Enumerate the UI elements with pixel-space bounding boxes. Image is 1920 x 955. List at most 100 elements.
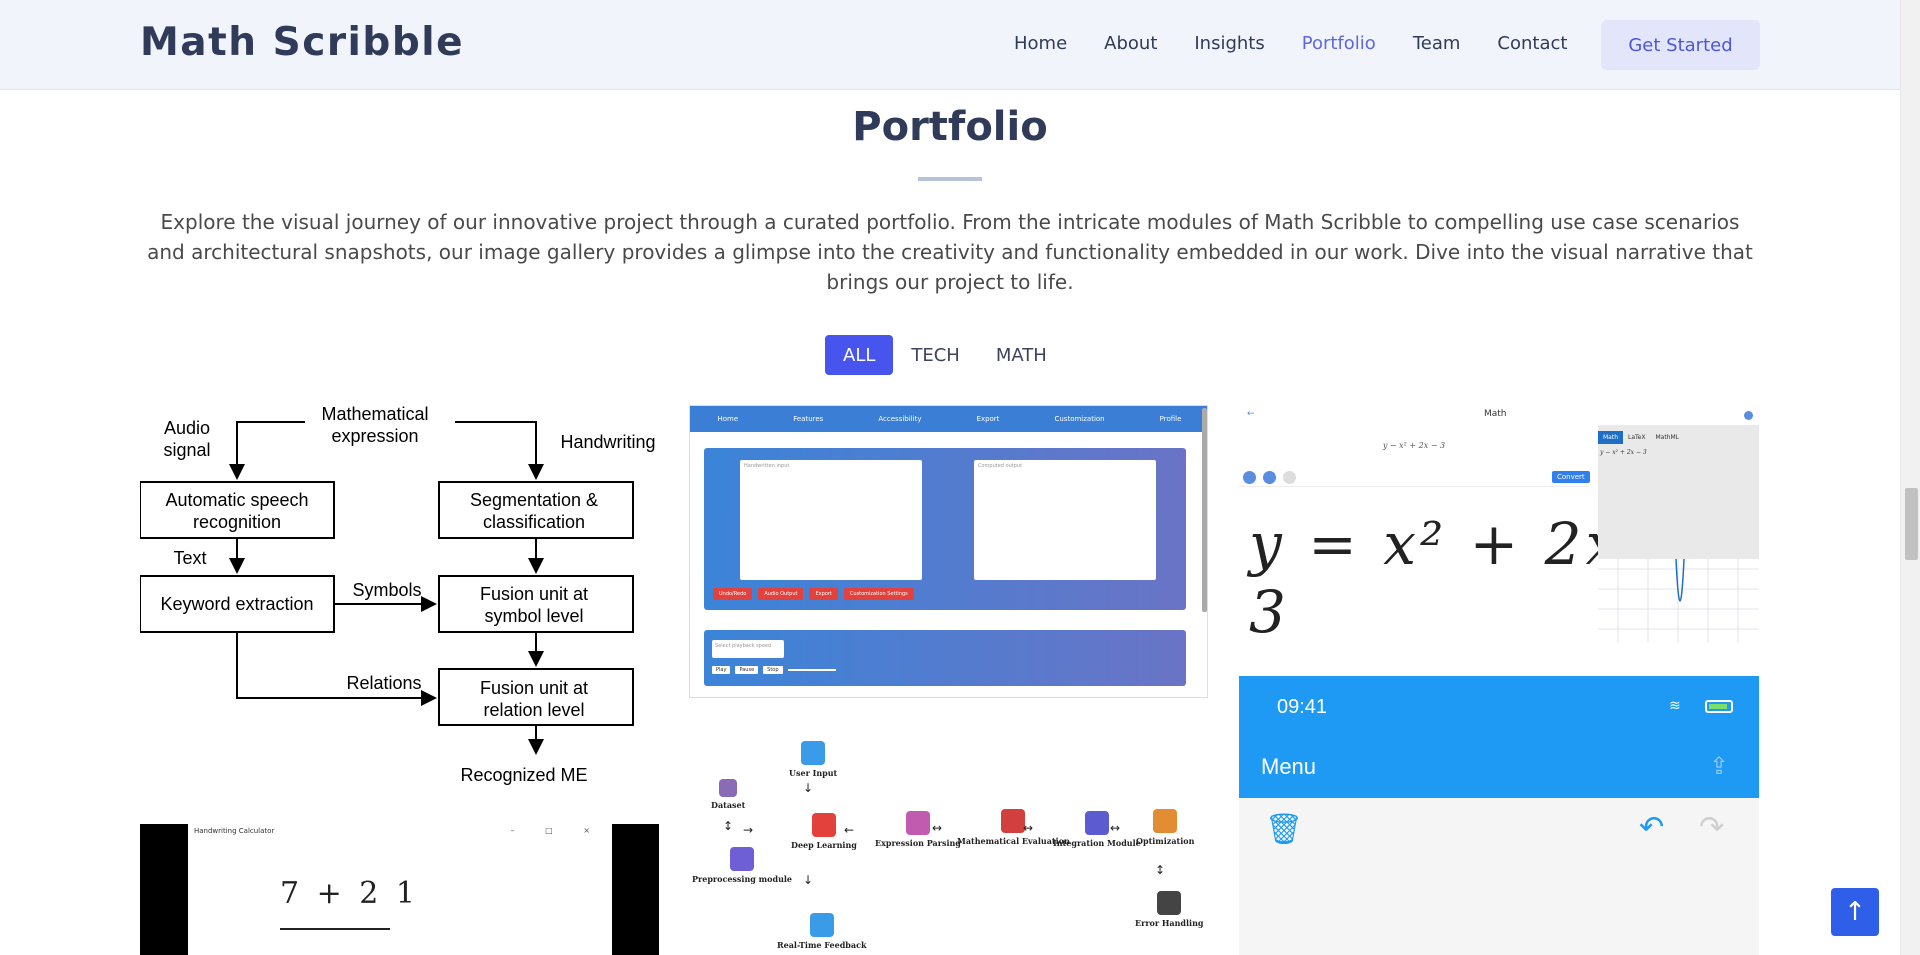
webapp-output-label: Computed output xyxy=(978,463,1023,469)
flow-asr-1: Automatic speech xyxy=(165,490,308,510)
brain-icon xyxy=(811,813,836,837)
nav-home[interactable]: Home xyxy=(1014,33,1067,54)
webapp-play: Play xyxy=(712,666,731,674)
portfolio-item-calculator[interactable]: Handwriting Calculator – □ × 7 + 2 1 xyxy=(140,824,659,955)
site-logo[interactable]: Math Scribble xyxy=(140,20,464,65)
nav-team[interactable]: Team xyxy=(1413,33,1461,54)
nav-contact[interactable]: Contact xyxy=(1497,33,1567,54)
filter-tech[interactable]: TECH xyxy=(893,335,977,375)
arrow-both-icon: ↔ xyxy=(1110,821,1121,835)
flow-label-audio-1: Audio xyxy=(164,418,210,438)
mathapp-tab-mathml: MathML xyxy=(1655,434,1680,441)
main-nav: Home About Insights Portfolio Team Conta… xyxy=(1014,28,1604,58)
portfolio-item-math-app[interactable]: ← Math y − x² + 2x − 3 Convert y = x² + … xyxy=(1239,405,1759,643)
webapp-pause: Pause xyxy=(735,666,759,674)
arrow-down-icon: ↓ xyxy=(803,781,814,795)
share-icon: ⇪ xyxy=(1709,752,1730,780)
nav-about[interactable]: About xyxy=(1104,33,1157,54)
page-scrollbar[interactable] xyxy=(1900,0,1920,955)
redo-icon xyxy=(1283,471,1296,484)
calculator-handwriting: 7 + 2 1 xyxy=(280,876,420,911)
webapp-nav-customization: Customization xyxy=(1054,415,1105,423)
node-feedback-label: Real-Time Feedback xyxy=(777,940,867,950)
flow-label-top-2: expression xyxy=(331,426,418,446)
preprocessing-icon xyxy=(730,847,754,871)
flow-output: Recognized ME xyxy=(460,765,587,785)
webapp-playback-controls: Play Pause Stop xyxy=(712,666,836,674)
webapp-scrollbar xyxy=(1202,408,1207,612)
user-input-icon xyxy=(801,741,826,765)
flow-asr-2: recognition xyxy=(193,512,281,532)
webapp-nav-features: Features xyxy=(793,415,824,423)
scroll-top-button[interactable]: ↑ xyxy=(1831,888,1879,936)
node-optimization-label: Optimization xyxy=(1136,836,1195,846)
node-dataset-label: Dataset xyxy=(711,800,746,810)
webapp-btn-export: Export xyxy=(809,588,838,600)
optimization-icon xyxy=(1153,809,1178,833)
node-user-input: User Input xyxy=(789,741,837,778)
nav-insights[interactable]: Insights xyxy=(1194,33,1264,54)
arrow-down-icon: ↓ xyxy=(803,873,814,887)
battery-icon xyxy=(1705,700,1733,713)
mathapp-tab-math: Math xyxy=(1598,431,1624,444)
portfolio-item-phone-app[interactable]: 09:41 ≋ Menu ⇪ 🗑 ↶ ↷ xyxy=(1239,676,1759,955)
undo-icon: ↶ xyxy=(1639,810,1665,845)
mathapp-toolbar: Convert xyxy=(1239,467,1590,487)
node-expression-parsing: Expression Parsing xyxy=(875,811,961,848)
gear-icon xyxy=(1084,811,1109,835)
webapp-nav-home: Home xyxy=(717,415,739,423)
trash-icon: 🗑 xyxy=(1265,812,1304,847)
node-feedback: Real-Time Feedback xyxy=(777,913,867,950)
webapp-input-label: Handwritten input xyxy=(744,463,790,469)
node-preprocessing-label: Preprocessing module xyxy=(692,874,793,884)
flow-fus-rel-1: Fusion unit at xyxy=(480,678,588,698)
node-integration-label: Integration Module xyxy=(1053,838,1141,848)
mathapp-tabs: Math LaTeX MathML xyxy=(1598,431,1684,444)
filter-all[interactable]: ALL xyxy=(825,335,894,375)
delete-icon xyxy=(1243,471,1256,484)
webapp-playback-panel: Select playback speed Play Pause Stop xyxy=(704,630,1186,686)
flow-label-handwriting: Handwriting xyxy=(560,432,655,452)
arrow-left-icon: ← xyxy=(844,823,855,837)
calculator-underline xyxy=(280,928,390,930)
webapp-volume-slider xyxy=(787,669,836,671)
webapp-speed-input: Select playback speed xyxy=(712,640,784,658)
portfolio-filters: ALL TECH MATH xyxy=(825,335,1065,375)
node-error-handling: Error Handling xyxy=(1135,891,1204,928)
webapp-nav-export: Export xyxy=(976,415,1000,423)
mathapp-side-panel: Math LaTeX MathML y − x² + 2x − 3 xyxy=(1598,425,1759,643)
webapp-btn-custom: Customization Settings xyxy=(843,588,914,600)
scrollbar-thumb[interactable] xyxy=(1905,488,1918,560)
section-description: Explore the visual journey of our innova… xyxy=(147,210,1753,294)
webapp-nav: Home Features Accessibility Export Custo… xyxy=(690,406,1207,432)
mathapp-convert: Convert xyxy=(1552,471,1590,483)
portfolio-item-flow-diagram[interactable]: Mathematical expression Audio signal Han… xyxy=(140,398,659,795)
graph-plot xyxy=(1598,558,1759,643)
node-error-handling-label: Error Handling xyxy=(1135,918,1204,928)
webapp-btn-audio: Audio Output xyxy=(758,588,804,600)
portfolio-item-web-app[interactable]: Home Features Accessibility Export Custo… xyxy=(689,405,1208,698)
webapp-buttons: Undo/Redo Audio Output Export Customizat… xyxy=(713,588,920,600)
arrow-vertical-icon: ↕ xyxy=(1155,863,1166,877)
undo-icon xyxy=(1263,471,1276,484)
webapp-speed-placeholder: Select playback speed xyxy=(715,643,772,649)
filter-math[interactable]: MATH xyxy=(978,335,1065,375)
portfolio-item-architecture[interactable]: User Input Dataset Deep Learning Preproc… xyxy=(689,735,1208,955)
webapp-nav-profile: Profile xyxy=(1159,415,1182,423)
nav-portfolio[interactable]: Portfolio xyxy=(1302,33,1376,54)
flow-fus-sym-1: Fusion unit at xyxy=(480,584,588,604)
get-started-button[interactable]: Get Started xyxy=(1601,20,1760,70)
mathapp-title: Math xyxy=(1484,409,1507,419)
flow-symbols: Symbols xyxy=(352,580,421,600)
webapp-nav-accessibility: Accessibility xyxy=(878,415,922,423)
webapp-main-panel: Handwritten input Computed output Undo/R… xyxy=(704,448,1186,610)
dataset-icon xyxy=(719,779,738,797)
flow-label-top-1: Mathematical xyxy=(321,404,428,424)
warning-icon xyxy=(1157,891,1182,915)
mathapp-tab-latex: LaTeX xyxy=(1628,434,1646,441)
webapp-output-box: Computed output xyxy=(974,460,1156,580)
back-arrow-icon: ← xyxy=(1247,409,1255,419)
feedback-icon xyxy=(809,913,834,937)
flow-fus-rel-2: relation level xyxy=(483,700,584,720)
wifi-icon: ≋ xyxy=(1669,698,1681,714)
